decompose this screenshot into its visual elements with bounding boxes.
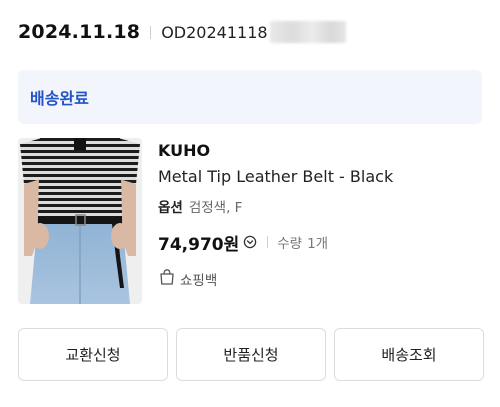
order-number: OD20241118: [161, 22, 268, 42]
quantity-value: 1개: [307, 236, 329, 252]
divider: [267, 236, 269, 248]
product-info: KUHO Metal Tip Leather Belt - Black 옵션 검정…: [158, 140, 478, 290]
product-price: 74,970원: [158, 234, 240, 255]
track-delivery-button[interactable]: 배송조회: [334, 328, 484, 381]
order-actions: 교환신청 반품신청 배송조회: [18, 328, 484, 381]
delivery-status-label: 배송완료: [30, 89, 89, 108]
order-number-redaction: [269, 21, 346, 43]
shopping-bag-label: 쇼핑백: [180, 273, 218, 289]
product-brand[interactable]: KUHO: [158, 140, 478, 162]
divider: [150, 25, 152, 39]
product-item[interactable]: KUHO Metal Tip Leather Belt - Black 옵션 검정…: [18, 138, 488, 304]
product-photo: [18, 138, 142, 304]
product-option: 옵션 검정색, F: [158, 198, 478, 218]
quantity-label: 수량: [277, 236, 303, 252]
order-date: 2024.11.18: [18, 21, 141, 43]
product-name[interactable]: Metal Tip Leather Belt - Black: [158, 165, 478, 189]
shopping-bag-icon: [158, 268, 176, 290]
price-row: 74,970원 수량 1개: [158, 230, 478, 255]
delivery-status-banner: 배송완료: [18, 70, 482, 124]
exchange-request-button[interactable]: 교환신청: [18, 328, 168, 381]
shopping-bag-row: 쇼핑백: [158, 268, 478, 290]
option-value: 검정색, F: [188, 200, 243, 216]
price-info-icon[interactable]: [243, 235, 257, 249]
option-label: 옵션: [158, 200, 183, 216]
order-header: 2024.11.18 OD20241118: [18, 18, 488, 46]
product-image[interactable]: [18, 138, 142, 304]
return-request-button[interactable]: 반품신청: [176, 328, 326, 381]
